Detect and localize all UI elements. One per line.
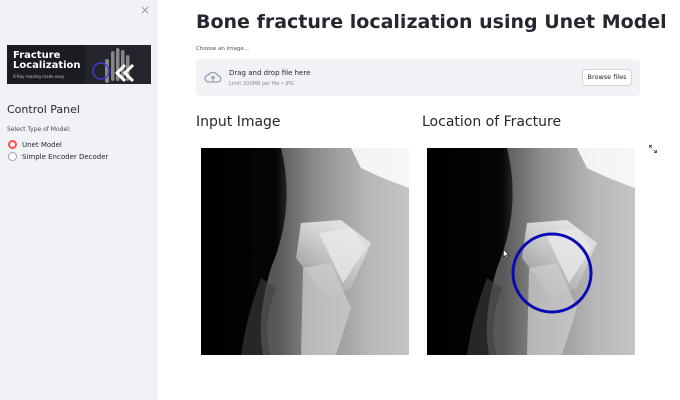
- browse-files-button[interactable]: Browse files: [582, 69, 632, 86]
- dropzone-limit-text: Limit 200MB per file • JPG: [229, 81, 294, 87]
- model-type-label: Select Type of Model:: [7, 126, 71, 133]
- radio-label: Simple Encoder Decoder: [22, 152, 109, 161]
- sidebar: × Fracture Localization X-Ray reading ma…: [0, 0, 158, 400]
- banner-subtitle: X-Ray reading made easy: [13, 74, 65, 79]
- radio-simple-encoder-decoder[interactable]: Simple Encoder Decoder: [8, 152, 108, 161]
- control-panel-title: Control Panel: [7, 103, 80, 116]
- expand-icon[interactable]: [649, 145, 657, 153]
- radio-selected-icon[interactable]: [8, 140, 17, 149]
- cloud-upload-icon: [204, 71, 222, 83]
- page-title: Bone fracture localization using Unet Mo…: [196, 11, 667, 33]
- hand-xray-graphic: [85, 45, 151, 84]
- app-banner: Fracture Localization X-Ray reading made…: [7, 45, 151, 84]
- file-dropzone[interactable]: Drag and drop file here Limit 200MB per …: [196, 59, 640, 96]
- fracture-location-heading: Location of Fracture: [422, 114, 562, 130]
- radio-unet-model[interactable]: Unet Model: [8, 140, 62, 149]
- cursor-icon: [503, 249, 510, 259]
- dropzone-title: Drag and drop file here: [229, 69, 311, 77]
- input-image-heading: Input Image: [196, 114, 281, 130]
- radio-unselected-icon[interactable]: [8, 152, 17, 161]
- main-content: Bone fracture localization using Unet Mo…: [158, 0, 680, 400]
- radio-label: Unet Model: [22, 140, 62, 149]
- input-xray-image: [201, 148, 409, 355]
- fracture-location-image: [427, 148, 635, 355]
- uploader-label: Choose an image...: [196, 46, 250, 52]
- close-sidebar-button[interactable]: ×: [140, 3, 150, 17]
- banner-title: Fracture Localization: [13, 50, 81, 71]
